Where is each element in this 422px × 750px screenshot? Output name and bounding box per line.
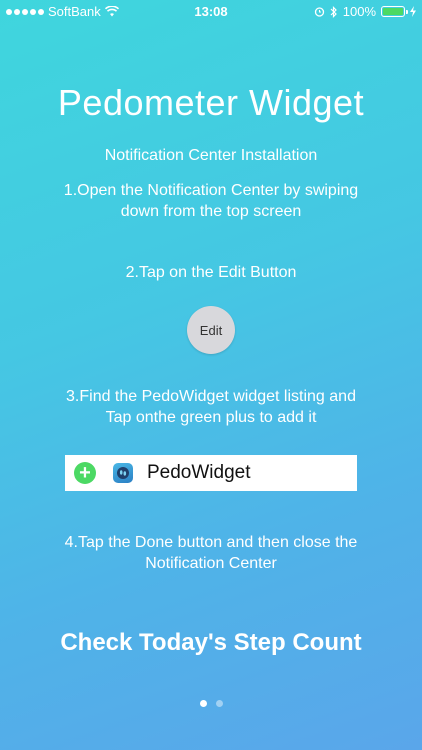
step-3-line-1: 3.Find the PedoWidget widget listing and [66, 388, 356, 405]
battery-icon [381, 6, 408, 17]
instruction-step-4: 4.Tap the Done button and then close the… [0, 532, 422, 574]
instruction-step-3: 3.Find the PedoWidget widget listing and… [0, 386, 422, 428]
battery-percent: 100% [342, 4, 376, 19]
status-bar-right: 100% [314, 4, 416, 19]
green-plus-icon: + [74, 462, 96, 484]
step-1-line-2: down from the top screen [120, 203, 302, 220]
instruction-step-2: 2.Tap on the Edit Button [125, 264, 297, 281]
page-indicator[interactable] [0, 700, 422, 707]
page-subtitle: Notification Center Installation [104, 147, 318, 164]
status-bar: SoftBank 13:08 100% [0, 0, 422, 22]
widget-listing-illustration: + PedoWidget [65, 455, 357, 491]
alarm-icon [314, 7, 324, 17]
step-3-line-2: Tap onthe green plus to add it [105, 409, 317, 426]
step-4-line-2: Notification Center [145, 555, 277, 572]
step-1-line-1: 1.Open the Notification Center by swipin… [63, 182, 359, 199]
pedowidget-app-icon [113, 463, 133, 483]
check-step-count-button[interactable]: Check Today's Step Count [0, 629, 422, 657]
page-dot-2[interactable] [215, 700, 223, 707]
edit-button-illustration: Edit [187, 306, 235, 354]
page-title: Pedometer Widget [57, 82, 365, 123]
instruction-step-1: 1.Open the Notification Center by swipin… [0, 180, 422, 222]
widget-name: PedoWidget [147, 462, 251, 483]
step-4-line-1: 4.Tap the Done button and then close the [64, 534, 358, 551]
page-dot-1[interactable] [199, 700, 207, 707]
charging-icon [410, 6, 416, 17]
bluetooth-icon [330, 5, 337, 18]
